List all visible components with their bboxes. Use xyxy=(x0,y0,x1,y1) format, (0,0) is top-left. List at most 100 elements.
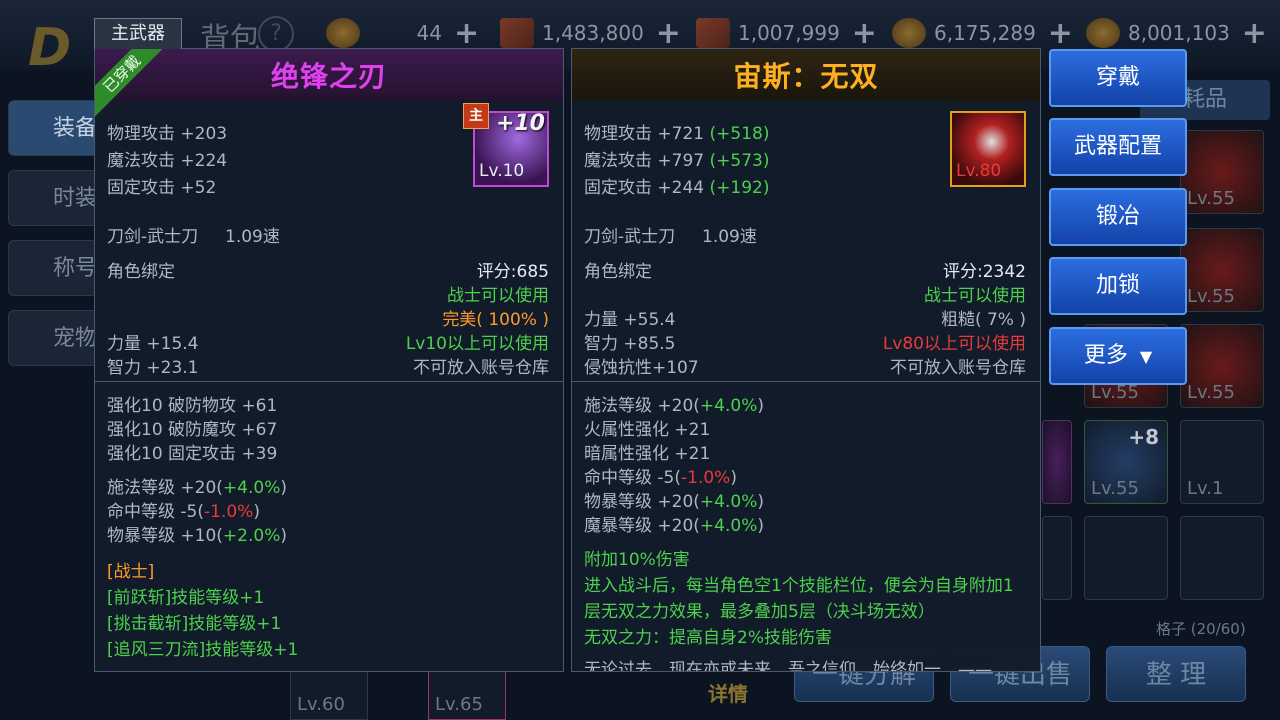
extra-end: ) xyxy=(757,516,764,536)
currency-value: 44 xyxy=(416,21,442,45)
stat-diff: (+192) xyxy=(709,178,770,198)
inventory-slot[interactable] xyxy=(1042,420,1072,504)
item-level: Lv.55 xyxy=(1091,382,1139,403)
item-level: Lv.60 xyxy=(297,694,345,715)
tab-fashion[interactable]: 时装 xyxy=(8,170,98,226)
stat-text: 魔法攻击 +797 xyxy=(584,151,705,171)
coin-icon xyxy=(892,18,926,48)
extra-stat: 暗属性强化 +21 xyxy=(584,444,711,464)
extra-end: ) xyxy=(253,502,260,522)
item-level: Lv.65 xyxy=(435,694,483,715)
extra-stat: 命中等级 -5(-1.0%) xyxy=(584,463,737,488)
erosion-resist: 侵蚀抗性+107 xyxy=(584,358,699,378)
tab-pet[interactable]: 宠物 xyxy=(8,310,98,366)
extra-label: 施法等级 +20( xyxy=(107,478,223,498)
scroll-icon xyxy=(500,18,534,48)
inventory-slot[interactable]: Lv.55 xyxy=(1180,324,1264,408)
extra-stat: 施法等级 +20(+4.0%) xyxy=(584,391,764,416)
weapon-config-button[interactable]: 武器配置 xyxy=(1049,118,1187,176)
item-level: Lv.55 xyxy=(1091,478,1139,499)
stat-line: 物理攻击 +721 (+518) xyxy=(584,119,769,144)
level-requirement: Lv10以上可以使用 xyxy=(405,334,549,354)
inventory-slot[interactable]: +8 Lv.55 xyxy=(1084,420,1168,504)
item-name: 绝锋之刃 xyxy=(95,49,563,101)
inventory-slot[interactable] xyxy=(1084,516,1168,600)
bind-type: 角色绑定 xyxy=(107,262,175,282)
currency-3: 1,007,999 + xyxy=(696,16,877,51)
storage-restriction: 不可放入账号仓库 xyxy=(890,358,1026,378)
inventory-slot[interactable]: Lv.55 xyxy=(1180,130,1264,214)
stat-diff: (+573) xyxy=(709,151,770,171)
divider xyxy=(572,381,1040,382)
extra-bonus: +4.0% xyxy=(699,516,758,536)
skill-bonus: [挑击截斩]技能等级+1 xyxy=(107,614,282,634)
extra-stat: 物暴等级 +20(+4.0%) xyxy=(584,487,764,512)
bind-type: 角色绑定 xyxy=(584,262,652,282)
strength-stat: 力量 +15.4 xyxy=(107,334,199,354)
weapon-speed: 1.09速 xyxy=(225,227,280,247)
stat-line: 魔法攻击 +797 (+573) xyxy=(584,146,769,171)
sort-button[interactable]: 整 理 xyxy=(1106,646,1246,702)
stat-text: 物理攻击 +721 xyxy=(584,124,705,144)
item-score: 评分:2342 xyxy=(943,262,1026,282)
currency-value: 6,175,289 xyxy=(934,21,1036,45)
more-label: 更多 xyxy=(1083,343,1128,368)
inventory-slot[interactable]: Lv.55 xyxy=(1180,228,1264,312)
extra-label: 施法等级 +20( xyxy=(584,396,700,416)
extra-bonus: -1.0% xyxy=(204,502,254,522)
extra-stat: 魔暴等级 +20(+4.0%) xyxy=(584,511,764,536)
special-effect: 无双之力：提高自身2%技能伤害 xyxy=(584,628,832,648)
extra-end: ) xyxy=(730,468,737,488)
scroll-icon xyxy=(696,18,730,48)
level-requirement: Lv80以上可以使用 xyxy=(882,334,1026,354)
add-currency-button[interactable]: + xyxy=(656,16,681,51)
weapon-type: 刀剑-武士刀 xyxy=(584,227,676,247)
equipped-item-tooltip: 已穿戴 绝锋之刃 主 +10 Lv.10 物理攻击 +203 魔法攻击 +224… xyxy=(94,48,564,672)
inventory-slot[interactable] xyxy=(1042,516,1072,600)
inventory-slot[interactable] xyxy=(1180,516,1264,600)
extra-bonus: +2.0% xyxy=(222,526,281,546)
extra-bonus: +4.0% xyxy=(699,396,758,416)
currency-1: 44 + xyxy=(326,16,479,51)
stat-text: 固定攻击 +244 xyxy=(584,178,705,198)
more-button[interactable]: 更多 ▼ xyxy=(1049,327,1187,385)
add-currency-button[interactable]: + xyxy=(852,16,877,51)
intelligence-stat: 智力 +23.1 xyxy=(107,358,199,378)
item-level: Lv.1 xyxy=(1187,478,1224,499)
extra-label: 命中等级 -5( xyxy=(584,468,681,488)
stat-line: 固定攻击 +244 (+192) xyxy=(584,173,769,198)
inventory-slot[interactable]: Lv.1 xyxy=(1180,420,1264,504)
add-currency-button[interactable]: + xyxy=(454,16,479,51)
help-icon[interactable]: ? xyxy=(258,16,294,52)
stat-line: 魔法攻击 +224 xyxy=(107,151,228,171)
lock-button[interactable]: 加锁 xyxy=(1049,257,1187,315)
special-effect: 进入战斗后，每当角色空1个技能栏位，便会为自身附加1 xyxy=(584,576,1014,596)
extra-stat: 施法等级 +20(+4.0%) xyxy=(107,473,287,498)
enhance-level: +10 xyxy=(495,111,545,136)
weapon-type: 刀剑-武士刀 xyxy=(107,227,199,247)
detail-button[interactable]: 详情 xyxy=(708,678,748,707)
enhance-stat: 强化10 破防魔攻 +67 xyxy=(107,420,278,440)
divider xyxy=(95,381,563,382)
intelligence-stat: 智力 +85.5 xyxy=(584,334,676,354)
class-header: [战士] xyxy=(107,562,155,582)
extra-bonus: +4.0% xyxy=(699,492,758,512)
extra-end: ) xyxy=(757,396,764,416)
enhance-stat: 强化10 固定攻击 +39 xyxy=(107,444,278,464)
add-currency-button[interactable]: + xyxy=(1048,16,1073,51)
tab-equipment[interactable]: 装备 xyxy=(8,100,98,156)
add-currency-button[interactable]: + xyxy=(1242,16,1267,51)
class-requirement: 战士可以使用 xyxy=(447,286,549,306)
tab-title[interactable]: 称号 xyxy=(8,240,98,296)
forge-button[interactable]: 锻冶 xyxy=(1049,188,1187,246)
item-enhance: +8 xyxy=(1128,425,1159,449)
item-level: Lv.55 xyxy=(1187,286,1235,307)
chevron-down-icon: ▼ xyxy=(1139,347,1153,366)
item-level: Lv.80 xyxy=(956,161,1002,181)
main-badge: 主 xyxy=(463,103,489,129)
extra-end: ) xyxy=(280,526,287,546)
equip-button[interactable]: 穿戴 xyxy=(1049,49,1187,107)
special-effect: 层无双之力效果，最多叠加5层（决斗场无效） xyxy=(584,602,935,622)
storage-restriction: 不可放入账号仓库 xyxy=(413,358,549,378)
currency-5: 8,001,103 + xyxy=(1086,16,1267,51)
